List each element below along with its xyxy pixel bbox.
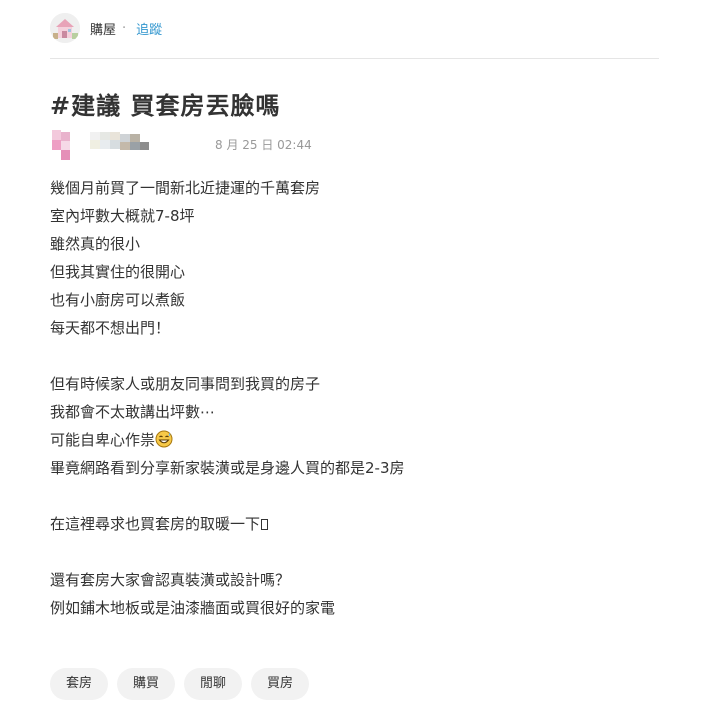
- body-line: 例如鋪木地板或是油漆牆面或買很好的家電: [50, 599, 336, 617]
- body-line: 畢竟網路看到分享新家裝潢或是身邊人買的都是2-3房: [50, 459, 405, 477]
- body-line: 室內坪數大概就7-8坪: [50, 207, 195, 225]
- body-line: 我都會不太敢講出坪數⋯: [50, 403, 216, 421]
- body-line: 也有小廚房可以煮飯: [50, 291, 186, 309]
- body-text: 可能自卑心作祟: [50, 431, 156, 449]
- tag-button[interactable]: 套房: [50, 668, 109, 700]
- tag-button[interactable]: 買房: [251, 668, 310, 700]
- topic-tags: 套房 購買 閒聊 買房: [50, 668, 318, 700]
- follow-button[interactable]: 追蹤: [136, 19, 162, 38]
- body-line-with-glyph: 在這裡尋求也買套房的取暖一下: [50, 510, 650, 538]
- post-body: 幾個月前買了一間新北近捷運的千萬套房 室內坪數大概就7-8坪 雖然真的很小 但我…: [50, 174, 650, 622]
- body-text: 在這裡尋求也買套房的取暖一下: [50, 515, 261, 533]
- body-line: 雖然真的很小: [50, 235, 141, 253]
- missing-glyph-icon: [261, 519, 269, 530]
- body-line: 還有套房大家會認真裝潢或設計嗎？: [50, 571, 291, 589]
- post-title: #建議 買套房丟臉嗎: [50, 92, 281, 120]
- post-meta: 8 月 25 日 02:44: [50, 128, 350, 162]
- body-line: 但有時候家人或朋友同事問到我買的房子: [50, 375, 321, 393]
- board-name-link[interactable]: 購屋: [90, 19, 116, 38]
- grinning-sweat-emoji-icon: [155, 429, 173, 448]
- body-line: 但我其實住的很開心: [50, 263, 186, 281]
- tag-button[interactable]: 購買: [117, 668, 176, 700]
- body-line: 幾個月前買了一間新北近捷運的千萬套房: [50, 179, 321, 197]
- tag-button[interactable]: 閒聊: [184, 668, 243, 700]
- house-board-icon[interactable]: [50, 13, 80, 43]
- body-line: 每天都不想出門！: [50, 319, 171, 337]
- body-line-with-emoji: 可能自卑心作祟: [50, 426, 650, 454]
- post-date: 8 月 25 日 02:44: [215, 138, 312, 152]
- header-divider: [50, 58, 659, 59]
- board-header: 購屋 · 追蹤: [50, 12, 658, 44]
- separator-dot: ·: [122, 20, 127, 36]
